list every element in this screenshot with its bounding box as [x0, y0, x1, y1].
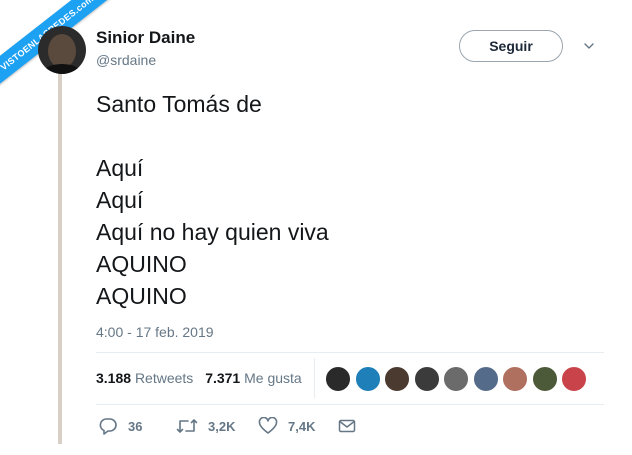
like-count: 7,4K — [288, 418, 316, 434]
likes-count: 7.371 — [205, 370, 241, 386]
tweet-stats: 3.188 Retweets 7.371 Me gusta — [96, 370, 302, 386]
liker-avatar[interactable] — [561, 366, 587, 392]
liker-avatar[interactable] — [531, 366, 558, 392]
likes-label: Me gusta — [244, 370, 302, 386]
reply-icon — [99, 418, 117, 435]
heart-icon — [258, 417, 278, 434]
follow-button[interactable]: Seguir — [459, 30, 563, 62]
divider — [96, 404, 604, 405]
retweets-count: 3.188 — [96, 370, 132, 386]
retweets-label: Retweets — [134, 370, 194, 386]
divider — [96, 352, 604, 353]
liker-avatar[interactable] — [472, 366, 499, 392]
quote-bar — [58, 74, 62, 444]
user-handle[interactable]: @srdaine — [96, 52, 156, 68]
avatar[interactable] — [38, 26, 86, 74]
retweet-icon — [176, 419, 198, 433]
liker-avatar[interactable] — [502, 366, 528, 392]
retweets-stat[interactable]: 3.188 Retweets — [96, 370, 193, 386]
direct-message-button[interactable] — [338, 416, 356, 436]
envelope-icon — [338, 419, 356, 433]
tweet-timestamp[interactable]: 4:00 - 17 feb. 2019 — [96, 324, 214, 340]
liker-avatar[interactable] — [325, 366, 351, 392]
user-name[interactable]: Sinior Daine — [96, 28, 195, 48]
stats-divider — [314, 358, 315, 398]
liker-avatar[interactable] — [354, 366, 381, 392]
retweet-button[interactable]: 3,2K — [176, 416, 235, 436]
liker-avatar[interactable] — [443, 366, 469, 392]
avatar-face — [48, 34, 76, 68]
likes-stat[interactable]: 7.371 Me gusta — [205, 370, 302, 386]
tweet-text: Santo Tomás de Aquí Aquí Aquí no hay qui… — [96, 91, 329, 309]
retweet-count: 3,2K — [208, 418, 236, 434]
liker-avatar[interactable] — [384, 366, 410, 392]
like-button[interactable]: 7,4K — [258, 416, 315, 436]
liker-avatar[interactable] — [413, 366, 440, 392]
chevron-down-icon[interactable] — [583, 40, 595, 52]
avatar-shirt — [42, 64, 82, 74]
reply-count: 36 — [128, 418, 143, 434]
reply-button[interactable]: 36 — [98, 416, 142, 436]
